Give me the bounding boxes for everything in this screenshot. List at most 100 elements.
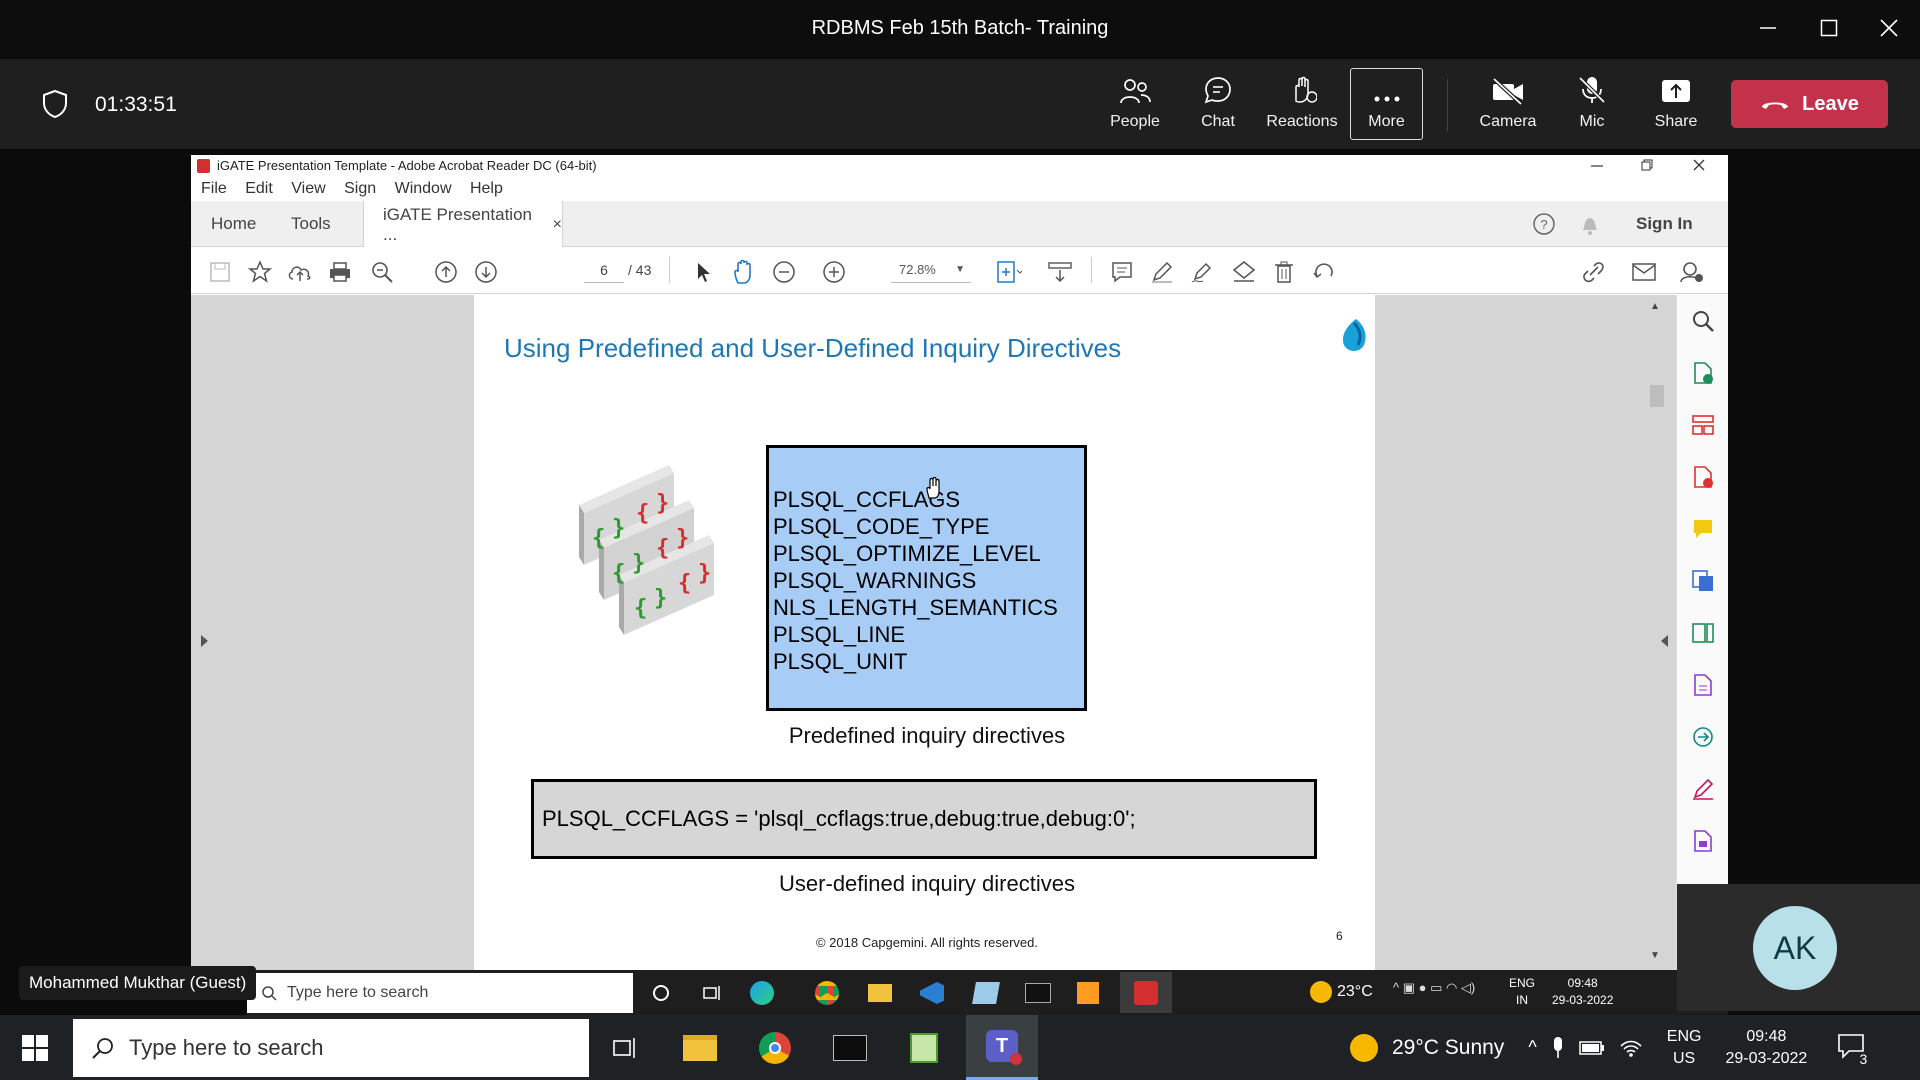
mic-button[interactable]: Mic (1552, 69, 1632, 139)
file-explorer-button[interactable] (676, 1025, 724, 1071)
combine-files-icon[interactable] (1691, 569, 1715, 593)
participant-tile[interactable]: AK (1677, 884, 1920, 1011)
zoom-search-icon[interactable] (369, 259, 395, 285)
battery-icon[interactable] (1579, 1039, 1605, 1057)
edge-icon[interactable] (750, 981, 774, 1005)
microphone-icon[interactable] (1551, 1036, 1565, 1060)
upload-cloud-icon[interactable] (287, 259, 313, 285)
chat-button[interactable]: Chat (1178, 69, 1258, 139)
inner-search-box[interactable]: Type here to search (247, 973, 633, 1013)
reactions-button[interactable]: Reactions (1262, 69, 1342, 139)
send-review-icon[interactable] (1691, 725, 1715, 749)
acrobat-taskbar-button[interactable] (1120, 972, 1172, 1013)
hand-tool-icon[interactable] (731, 259, 757, 285)
restore-icon[interactable] (1641, 159, 1653, 171)
select-cursor-icon[interactable] (691, 259, 717, 285)
fit-page-icon[interactable] (996, 259, 1022, 285)
menu-sign[interactable]: Sign (344, 180, 376, 197)
taskbar-search-box[interactable]: Type here to search (73, 1019, 589, 1077)
print-icon[interactable] (327, 259, 353, 285)
tab-close-button[interactable]: × (553, 216, 562, 234)
cortana-icon[interactable] (652, 984, 670, 1002)
share-button[interactable]: Share (1636, 69, 1716, 139)
inner-tray-icons[interactable]: ^ ▣ ● ▭ ◠ ◁) (1393, 980, 1475, 996)
scrollbar-thumb[interactable] (1650, 385, 1664, 407)
tab-document[interactable]: iGATE Presentation ... × (363, 201, 563, 248)
rotate-icon[interactable] (1311, 259, 1337, 285)
comment-icon[interactable] (1109, 259, 1135, 285)
bell-icon[interactable] (1579, 212, 1601, 236)
organize-pages-icon[interactable] (1691, 413, 1715, 437)
leave-button[interactable]: Leave (1731, 80, 1888, 128)
notepad-icon[interactable] (972, 982, 1000, 1004)
taskbar-weather[interactable]: 29°C Sunny (1392, 1036, 1504, 1060)
email-icon[interactable] (1631, 259, 1657, 285)
wifi-icon[interactable] (1619, 1038, 1643, 1058)
inner-language[interactable]: ENG IN (1509, 975, 1535, 1009)
more-button[interactable]: More (1350, 68, 1423, 140)
notepad-button[interactable] (900, 1025, 948, 1071)
menu-window[interactable]: Window (395, 180, 452, 197)
terminal-icon[interactable] (1025, 983, 1051, 1003)
delete-icon[interactable] (1271, 259, 1297, 285)
stamp-icon[interactable] (1231, 259, 1257, 285)
menu-file[interactable]: File (201, 180, 227, 197)
minimize-button[interactable] (1746, 10, 1790, 46)
zoom-out-icon[interactable] (771, 259, 797, 285)
share-link-icon[interactable] (1581, 259, 1607, 285)
highlight-pen-icon[interactable] (1149, 259, 1175, 285)
close-window-button[interactable] (1867, 10, 1911, 46)
right-panel-toggle-icon[interactable] (1661, 635, 1668, 647)
people-button[interactable]: People (1095, 69, 1175, 139)
star-icon[interactable] (247, 259, 273, 285)
language-indicator[interactable]: ENG US (1667, 1026, 1702, 1070)
search-icon[interactable] (1691, 309, 1715, 333)
scroll-down-icon[interactable]: ▼ (1650, 950, 1660, 961)
sign-pen-icon[interactable] (1691, 777, 1715, 801)
taskbar-clock[interactable]: 09:48 29-03-2022 (1725, 1026, 1807, 1070)
maximize-button[interactable] (1807, 10, 1851, 46)
scroll-mode-icon[interactable] (1047, 259, 1073, 285)
left-panel-toggle-icon[interactable] (201, 635, 208, 647)
comment-rail-icon[interactable] (1691, 517, 1715, 541)
windows-start-icon[interactable] (22, 1035, 48, 1061)
tray-chevron-icon[interactable]: ^ (1528, 1037, 1536, 1058)
more-tools-icon[interactable] (1691, 829, 1715, 853)
camera-button[interactable]: Camera (1468, 69, 1548, 139)
fill-sign-icon[interactable] (1691, 673, 1715, 697)
close-icon[interactable] (1693, 159, 1705, 171)
terminal-button[interactable] (826, 1025, 874, 1071)
vscode-icon[interactable] (920, 982, 944, 1004)
menu-help[interactable]: Help (470, 180, 503, 197)
inner-clock[interactable]: 09:48 29-03-2022 (1552, 975, 1613, 1009)
page-down-icon[interactable] (473, 259, 499, 285)
page-up-icon[interactable] (433, 259, 459, 285)
zoom-in-icon[interactable] (821, 259, 847, 285)
edit-pdf-icon[interactable] (1691, 621, 1715, 645)
task-view-icon[interactable] (702, 984, 722, 1002)
export-pdf-icon[interactable] (1691, 361, 1715, 385)
tab-home[interactable]: Home (211, 201, 256, 247)
sign-in-button[interactable]: Sign In (1636, 201, 1693, 247)
draw-sign-icon[interactable] (1189, 259, 1215, 285)
menu-edit[interactable]: Edit (245, 180, 273, 197)
chrome-icon[interactable] (815, 981, 839, 1005)
svg-text:}: } (676, 526, 689, 551)
scroll-up-icon[interactable]: ▲ (1650, 301, 1660, 312)
tab-tools[interactable]: Tools (291, 201, 331, 247)
help-icon[interactable]: ? (1532, 212, 1556, 236)
menu-view[interactable]: View (291, 180, 325, 197)
page-number-input[interactable]: 6 (584, 257, 624, 283)
file-explorer-icon[interactable] (868, 984, 892, 1002)
teams-taskbar-button[interactable]: T (966, 1015, 1038, 1080)
vertical-scrollbar[interactable]: ▲ ▼ (1631, 295, 1676, 970)
zoom-level-select[interactable]: 72.8% ▼ (891, 257, 971, 283)
share-user-icon[interactable] (1679, 259, 1705, 285)
minimize-icon[interactable] (1591, 161, 1603, 171)
sublime-icon[interactable] (1077, 982, 1099, 1004)
create-pdf-icon[interactable] (1691, 465, 1715, 489)
save-icon[interactable] (207, 259, 233, 285)
notification-center-button[interactable]: 3 (1837, 1033, 1867, 1067)
task-view-button[interactable] (600, 1025, 648, 1071)
chrome-button[interactable] (751, 1025, 799, 1071)
